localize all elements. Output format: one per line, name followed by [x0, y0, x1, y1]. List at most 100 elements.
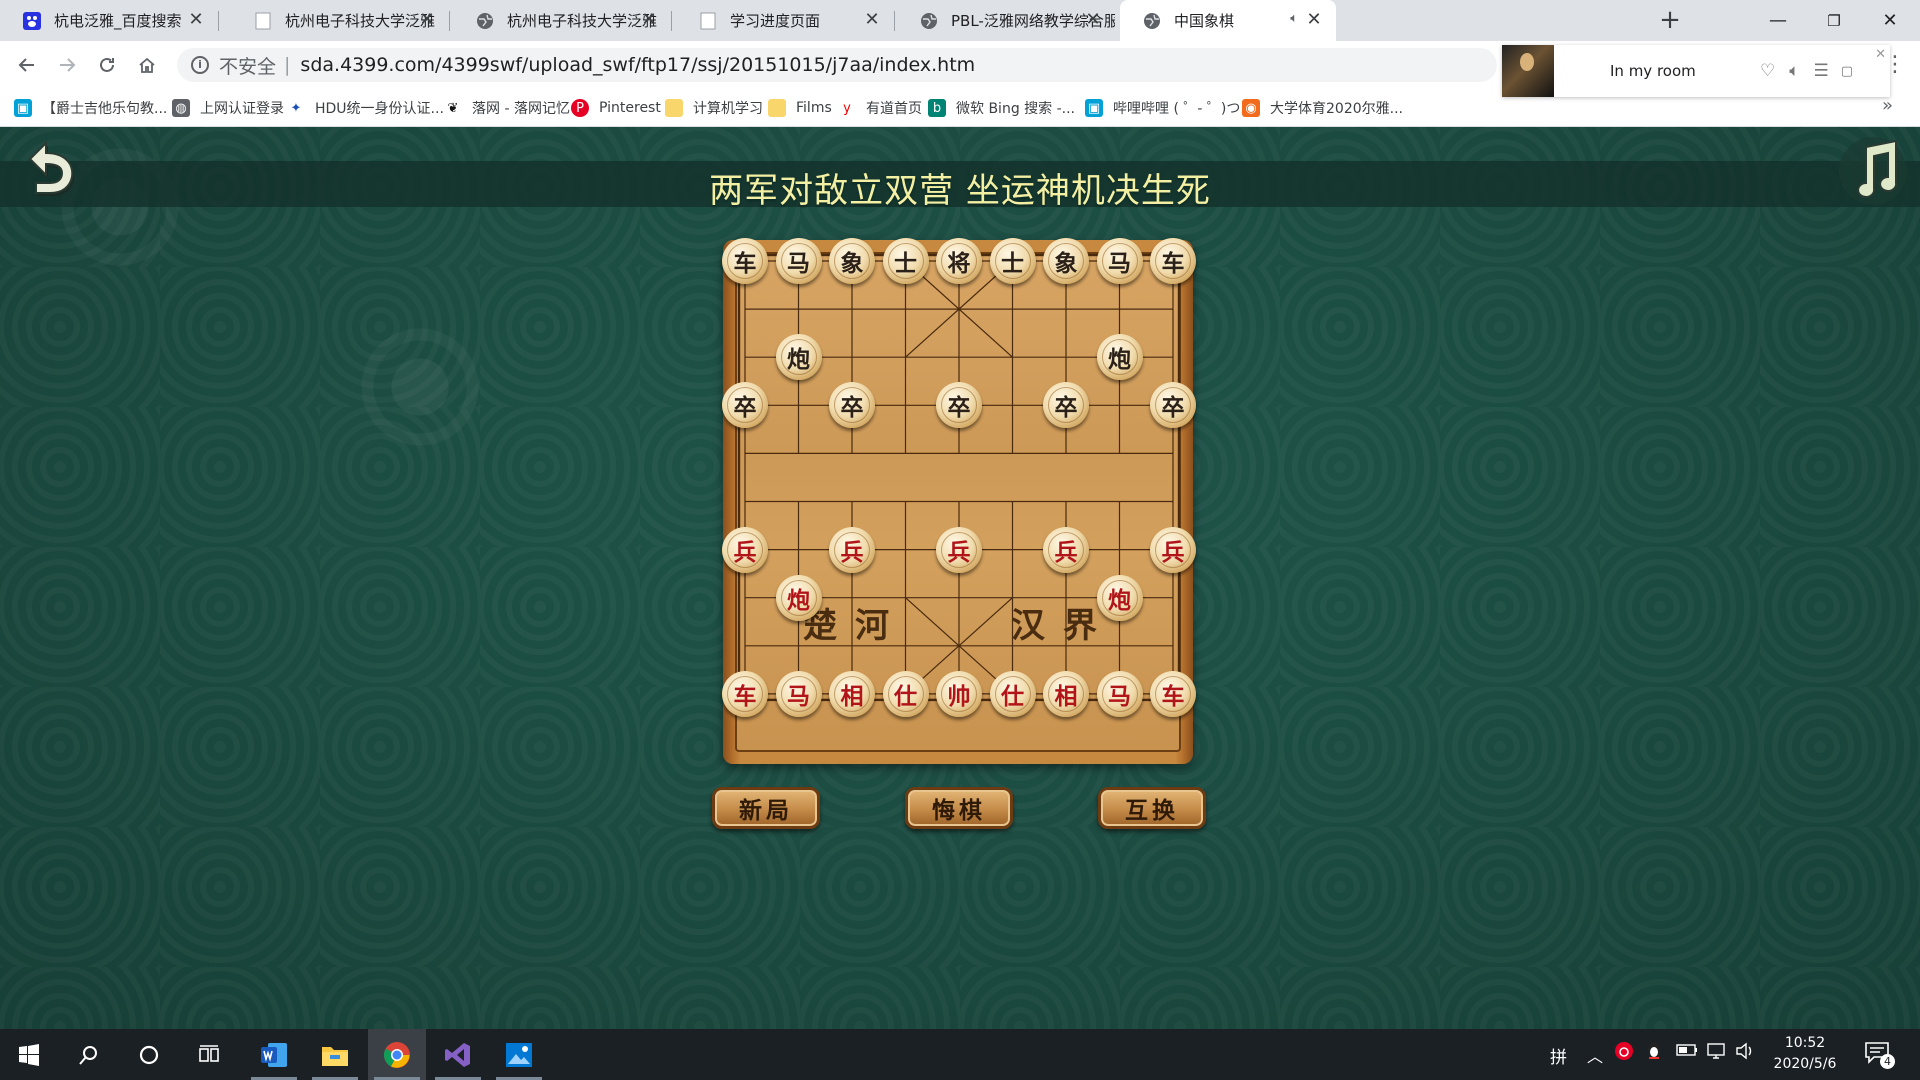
- bookmark-item[interactable]: P Pinterest: [571, 97, 661, 119]
- visual-studio-icon[interactable]: [429, 1029, 487, 1080]
- browser-tab[interactable]: 杭电泛雅_百度搜索 ✕: [0, 0, 219, 41]
- folder-icon[interactable]: [306, 1029, 364, 1080]
- red-piece[interactable]: 兵: [829, 526, 875, 573]
- bookmark-item[interactable]: 计算机学习: [665, 97, 763, 119]
- browser-tab[interactable]: 杭州电子科技大学泛雅 ✕: [231, 0, 450, 41]
- heart-icon[interactable]: ♡: [1760, 61, 1775, 81]
- bookmark-item[interactable]: ✦ HDU统一身份认证...: [287, 97, 444, 119]
- black-piece[interactable]: 卒: [936, 382, 982, 429]
- window-restore-button[interactable]: ❐: [1806, 0, 1862, 41]
- red-piece[interactable]: 相: [1043, 670, 1089, 717]
- photos-icon[interactable]: [490, 1029, 548, 1080]
- bookmark-item[interactable]: b 微软 Bing 搜索 -...: [928, 97, 1075, 119]
- swap-sides-button[interactable]: 互换: [1098, 787, 1206, 829]
- forward-icon[interactable]: [52, 50, 82, 80]
- playlist-icon[interactable]: ☰: [1813, 61, 1828, 81]
- bookmarks-overflow-button[interactable]: »: [1882, 95, 1893, 116]
- address-bar[interactable]: i 不安全 | sda.4399.com/4399swf/upload_swf/…: [177, 48, 1497, 82]
- black-piece[interactable]: 象: [1043, 238, 1089, 284]
- ime-indicator[interactable]: 拼: [1550, 1043, 1567, 1068]
- bookmark-item[interactable]: ◍ 上网认证登录: [172, 97, 284, 119]
- speaker-icon[interactable]: [1735, 1042, 1757, 1064]
- piece-label: 相: [1054, 683, 1078, 710]
- black-piece[interactable]: 卒: [829, 382, 875, 429]
- site-info-icon[interactable]: i: [191, 56, 209, 74]
- back-arrow-icon[interactable]: [12, 131, 82, 201]
- tab-close-icon[interactable]: ✕: [1083, 10, 1103, 30]
- red-piece[interactable]: 炮: [775, 574, 822, 621]
- black-piece[interactable]: 炮: [1096, 334, 1143, 381]
- red-piece[interactable]: 车: [1150, 670, 1196, 717]
- bookmark-item[interactable]: ▣ 【爵士吉他乐句教...: [14, 97, 167, 119]
- red-piece[interactable]: 兵: [1150, 526, 1196, 573]
- battery-icon[interactable]: [1676, 1042, 1698, 1062]
- browser-tab[interactable]: 杭州电子科技大学泛雅 ✕: [453, 0, 672, 41]
- black-piece[interactable]: 马: [775, 238, 822, 284]
- black-piece[interactable]: 卒: [1150, 382, 1196, 429]
- black-piece[interactable]: 象: [829, 238, 875, 284]
- music-note-icon[interactable]: [1836, 133, 1910, 205]
- red-piece[interactable]: 车: [722, 670, 768, 717]
- tab-close-icon[interactable]: ✕: [639, 10, 659, 30]
- windows-logo-icon[interactable]: [0, 1029, 58, 1080]
- red-piece[interactable]: 炮: [1096, 574, 1143, 621]
- bookmark-item[interactable]: ◉ 大学体育2020尔雅...: [1242, 97, 1403, 119]
- tab-close-icon[interactable]: ✕: [417, 10, 437, 30]
- mini-mode-icon[interactable]: ▢: [1841, 64, 1853, 79]
- undo-move-button[interactable]: 悔棋: [905, 787, 1013, 829]
- bookmark-item[interactable]: y 有道首页: [838, 97, 922, 119]
- address-url[interactable]: sda.4399.com/4399swf/upload_swf/ftp17/ss…: [300, 54, 975, 76]
- system-clock[interactable]: 10:52 2020/5/6: [1760, 1033, 1850, 1075]
- album-cover-image: [1502, 45, 1554, 97]
- reload-icon[interactable]: [92, 50, 122, 80]
- black-piece[interactable]: 马: [1096, 238, 1143, 284]
- black-piece[interactable]: 车: [1150, 238, 1196, 284]
- new-game-button[interactable]: 新局: [712, 787, 820, 829]
- red-piece[interactable]: 仕: [882, 670, 929, 717]
- black-piece[interactable]: 卒: [722, 382, 768, 429]
- new-tab-button[interactable]: +: [1655, 6, 1685, 36]
- browser-tab[interactable]: 学习进度页面 ✕: [676, 0, 895, 41]
- tab-audio-icon[interactable]: 🔈︎: [1290, 11, 1298, 26]
- red-piece[interactable]: 相: [829, 670, 875, 717]
- browser-tab[interactable]: 中国象棋 🔈︎ ✕: [1120, 0, 1336, 41]
- piece-label: 象: [1054, 251, 1078, 277]
- chevron-up-icon[interactable]: ︿: [1587, 1043, 1603, 1067]
- red-piece[interactable]: 兵: [936, 526, 982, 573]
- xiangqi-board[interactable]: 楚河 汉界 车马象士将士象马车炮炮卒卒卒卒卒兵兵兵兵兵炮炮车马相仕帅仕相马车: [722, 238, 1196, 764]
- red-piece[interactable]: 帅: [936, 670, 982, 717]
- tab-close-icon[interactable]: ✕: [1304, 10, 1324, 30]
- qq-penguin-icon[interactable]: [1645, 1041, 1663, 1065]
- volume-icon[interactable]: 🔈︎: [1789, 61, 1799, 81]
- player-close-icon[interactable]: ✕: [1875, 47, 1886, 62]
- black-piece[interactable]: 炮: [775, 334, 822, 381]
- home-icon[interactable]: [132, 50, 162, 80]
- tab-close-icon[interactable]: ✕: [862, 10, 882, 30]
- red-piece[interactable]: 马: [1096, 670, 1143, 717]
- task-view-icon[interactable]: [180, 1029, 238, 1080]
- red-piece[interactable]: 兵: [1043, 526, 1089, 573]
- black-piece[interactable]: 车: [722, 238, 768, 284]
- network-icon[interactable]: [1705, 1042, 1727, 1064]
- chrome-icon[interactable]: [368, 1029, 426, 1080]
- back-icon[interactable]: [12, 50, 42, 80]
- black-piece[interactable]: 将: [936, 238, 982, 284]
- black-piece[interactable]: 卒: [1043, 382, 1089, 429]
- netease-music-icon[interactable]: [1614, 1041, 1634, 1065]
- search-icon[interactable]: [60, 1029, 118, 1080]
- black-piece[interactable]: 士: [989, 238, 1036, 284]
- cortana-circle-icon[interactable]: [120, 1029, 178, 1080]
- red-piece[interactable]: 兵: [722, 526, 768, 573]
- bookmark-item[interactable]: Films: [768, 97, 832, 119]
- bookmark-item[interactable]: ❦ 落网 - 落网记忆: [444, 97, 570, 119]
- window-close-button[interactable]: ✕: [1862, 0, 1918, 41]
- black-piece[interactable]: 士: [882, 238, 929, 284]
- red-piece[interactable]: 仕: [989, 670, 1036, 717]
- media-mini-player[interactable]: In my room ♡ 🔈︎ ☰ ▢ ✕: [1502, 45, 1890, 97]
- word-icon[interactable]: [245, 1029, 303, 1080]
- red-piece[interactable]: 马: [775, 670, 822, 717]
- window-minimize-button[interactable]: —: [1750, 0, 1806, 41]
- tab-close-icon[interactable]: ✕: [186, 10, 206, 30]
- bookmark-item[interactable]: ▣ 哔哩哔哩 ( ゜- ゜)つ...: [1085, 97, 1254, 119]
- browser-tab[interactable]: PBL-泛雅网络教学综合服务平台✕: [897, 0, 1115, 41]
